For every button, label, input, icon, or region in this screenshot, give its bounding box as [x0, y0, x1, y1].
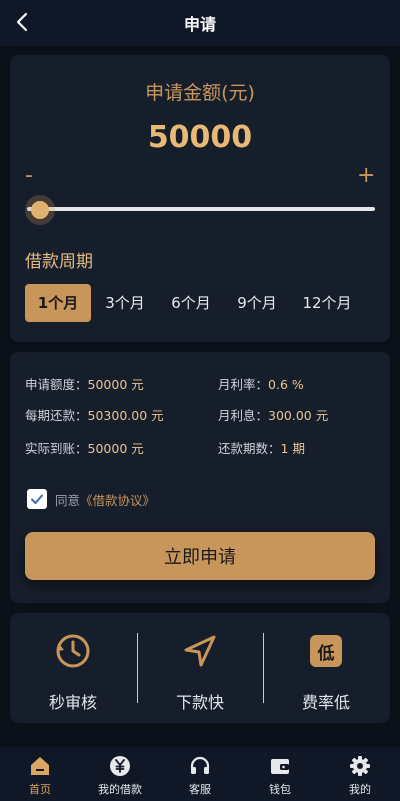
period-option-1[interactable]: 1个月	[25, 284, 91, 322]
feature-label: 费率低	[301, 693, 350, 712]
page-title: 申请	[183, 15, 216, 34]
summary-periods: 还款期数：1 期	[218, 438, 305, 457]
summary-monthly-rate-value: 0.6 %	[268, 377, 304, 392]
low-badge: 低	[310, 635, 342, 667]
feature-label: 下款快	[175, 693, 224, 712]
feature-low-rate: 低 费率低	[263, 633, 389, 713]
tab-label: 我的	[349, 783, 371, 796]
increase-button[interactable]: +	[357, 163, 375, 188]
amount-value: 50000	[147, 120, 253, 155]
summary-interest-value: 300.00 元	[268, 408, 329, 423]
summary-repay: 每期还款：50300.00 元	[25, 405, 164, 424]
tab-wallet[interactable]: 钱包	[240, 747, 320, 801]
summary-periods-value: 1 期	[280, 441, 305, 456]
clock-icon	[55, 633, 91, 669]
yen-icon	[109, 755, 131, 777]
period-option-12[interactable]: 12个月	[295, 284, 359, 322]
wallet-icon	[269, 755, 291, 777]
summary-received-label: 实际到账：	[25, 441, 88, 456]
feature-fast-review: 秒审核	[10, 633, 136, 713]
summary-repay-value: 50300.00 元	[87, 408, 164, 423]
headset-icon	[189, 755, 211, 777]
agreement-prefix: 同意	[55, 492, 81, 508]
summary-monthly-rate-label: 月利率：	[218, 377, 269, 392]
send-icon	[182, 633, 218, 669]
tab-label: 我的借款	[98, 783, 142, 796]
summary-periods-label: 还款期数：	[218, 441, 281, 456]
decrease-button[interactable]: -	[25, 163, 33, 188]
summary-interest-label: 月利息：	[218, 408, 269, 423]
period-label: 借款周期	[25, 252, 93, 272]
tab-label: 钱包	[269, 783, 291, 796]
amount-label: 申请金额(元)	[145, 82, 255, 104]
apply-button[interactable]: 立即申请	[25, 532, 375, 580]
amount-slider-track[interactable]	[27, 207, 375, 211]
agreement-row: 同意 《借款协议》	[27, 488, 155, 510]
summary-received: 实际到账：50000 元	[25, 438, 144, 457]
tab-customer-service[interactable]: 客服	[160, 747, 240, 801]
summary-quota-label: 申请额度：	[25, 377, 88, 392]
agreement-checkbox[interactable]	[27, 489, 47, 509]
checkmark-icon	[31, 494, 43, 504]
period-option-9[interactable]: 9个月	[229, 284, 285, 322]
low-badge-icon: 低	[308, 633, 344, 669]
summary-quota: 申请额度：50000 元	[25, 374, 144, 393]
amount-slider-thumb[interactable]	[31, 201, 49, 219]
chevron-left-icon	[16, 12, 28, 32]
tab-mine[interactable]: 我的	[320, 747, 400, 801]
feature-fast-payout: 下款快	[137, 633, 263, 713]
summary-interest: 月利息：300.00 元	[218, 405, 328, 424]
summary-quota-value: 50000 元	[87, 377, 144, 392]
tab-home[interactable]: 首页	[0, 747, 80, 801]
tab-label: 首页	[29, 783, 51, 796]
bottom-tab-bar: 首页 我的借款 客服 钱包 我的	[0, 747, 400, 801]
period-option-3[interactable]: 3个月	[97, 284, 153, 322]
back-button[interactable]	[8, 8, 36, 36]
tab-label: 客服	[189, 783, 211, 796]
period-option-6[interactable]: 6个月	[163, 284, 219, 322]
summary-repay-label: 每期还款：	[25, 408, 88, 423]
summary-monthly-rate: 月利率：0.6 %	[218, 374, 304, 393]
agreement-link[interactable]: 《借款协议》	[80, 490, 155, 509]
home-icon	[29, 755, 51, 777]
top-bar: 申请	[0, 0, 400, 46]
gear-icon	[349, 755, 371, 777]
summary-received-value: 50000 元	[87, 441, 144, 456]
feature-label: 秒审核	[48, 693, 97, 712]
tab-my-loans[interactable]: 我的借款	[80, 747, 160, 801]
